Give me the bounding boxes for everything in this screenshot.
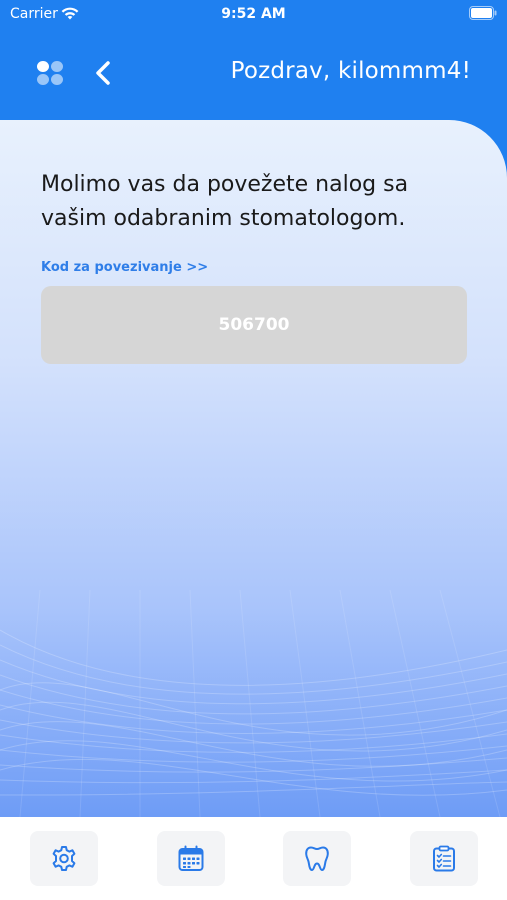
link-code-box[interactable]: 506700: [41, 286, 467, 364]
link-code-value: 506700: [218, 315, 290, 335]
tab-tooth[interactable]: [283, 831, 351, 886]
wave-pattern: [0, 590, 507, 817]
greeting-text: Pozdrav, kilommm4!: [230, 58, 471, 84]
status-time: 9:52 AM: [221, 6, 286, 22]
bottom-tab-bar: [0, 817, 507, 900]
status-bar: Carrier 9:52 AM: [0, 0, 507, 28]
tab-settings[interactable]: [30, 831, 98, 886]
tab-records[interactable]: [410, 831, 478, 886]
grid-dots-icon[interactable]: [36, 60, 64, 86]
chevron-left-icon[interactable]: [93, 60, 113, 86]
gear-icon: [52, 846, 76, 871]
calendar-icon: [178, 845, 204, 871]
content-card: Molimo vas da povežete nalog sa vašim od…: [0, 120, 507, 817]
link-account-message: Molimo vas da povežete nalog sa vašim od…: [41, 172, 409, 231]
tooth-icon: [305, 846, 329, 871]
clipboard-checklist-icon: [433, 845, 455, 872]
tab-calendar[interactable]: [157, 831, 225, 886]
link-code-label[interactable]: Kod za povezivanje >>: [41, 260, 208, 275]
battery-icon: [469, 6, 497, 20]
